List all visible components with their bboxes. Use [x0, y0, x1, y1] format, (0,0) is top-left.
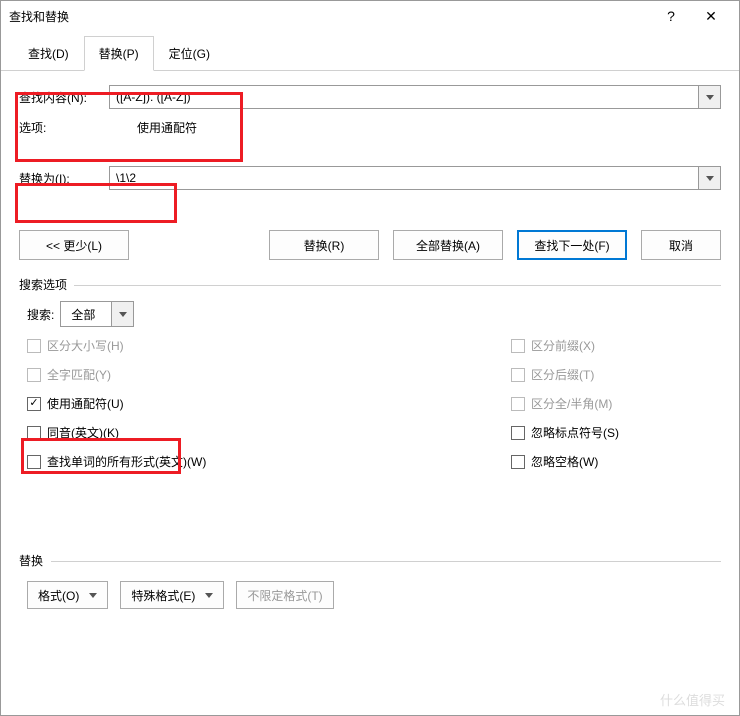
- replace-combo: [109, 166, 721, 190]
- word-forms-checkbox[interactable]: 查找单词的所有形式(英文)(W): [27, 453, 511, 470]
- checkbox-left-col: 区分大小写(H) 全字匹配(Y) 使用通配符(U) 同音(英文)(K) 查找单词…: [27, 337, 511, 482]
- search-options-label: 搜索选项: [19, 276, 721, 293]
- special-format-button[interactable]: 特殊格式(E): [120, 581, 224, 609]
- replace-input[interactable]: [109, 166, 699, 190]
- replace-dropdown-button[interactable]: [699, 166, 721, 190]
- search-direction-select[interactable]: 全部: [60, 301, 134, 327]
- match-case-checkbox: 区分大小写(H): [27, 337, 511, 354]
- format-button-row: 格式(O) 特殊格式(E) 不限定格式(T): [19, 581, 721, 609]
- cancel-button[interactable]: 取消: [641, 230, 721, 260]
- caret-down-icon: [89, 593, 97, 598]
- options-row: 选项: 使用通配符: [19, 119, 721, 136]
- no-format-button: 不限定格式(T): [236, 581, 333, 609]
- tab-replace[interactable]: 替换(P): [84, 36, 154, 71]
- find-next-button[interactable]: 查找下一处(F): [517, 230, 627, 260]
- format-button[interactable]: 格式(O): [27, 581, 108, 609]
- suffix-checkbox: 区分后缀(T): [511, 366, 721, 383]
- full-half-checkbox: 区分全/半角(M): [511, 395, 721, 412]
- wildcards-checkbox[interactable]: 使用通配符(U): [27, 395, 511, 412]
- dialog-title: 查找和替换: [9, 8, 651, 25]
- prefix-checkbox: 区分前缀(X): [511, 337, 721, 354]
- tab-find[interactable]: 查找(D): [13, 36, 84, 71]
- caret-down-icon: [205, 593, 213, 598]
- tab-goto[interactable]: 定位(G): [154, 36, 225, 71]
- less-button[interactable]: << 更少(L): [19, 230, 129, 260]
- find-replace-dialog: 查找和替换 ? ✕ 查找(D) 替换(P) 定位(G) 查找内容(N): 选项:…: [0, 0, 740, 716]
- chevron-down-icon: [119, 312, 127, 317]
- chevron-down-icon: [706, 176, 714, 181]
- watermark-text: 什么值得买: [660, 690, 725, 709]
- search-direction-row: 搜索: 全部: [27, 301, 721, 327]
- search-direction-button[interactable]: [111, 302, 133, 326]
- search-direction-label: 搜索:: [27, 306, 54, 323]
- replace-format-label: 替换: [19, 552, 721, 569]
- find-input[interactable]: [109, 85, 699, 109]
- ignore-space-checkbox[interactable]: 忽略空格(W): [511, 453, 721, 470]
- find-row: 查找内容(N):: [19, 85, 721, 109]
- find-combo: [109, 85, 721, 109]
- sounds-like-checkbox[interactable]: 同音(英文)(K): [27, 424, 511, 441]
- replace-row: 替换为(I):: [19, 166, 721, 190]
- replace-label: 替换为(I):: [19, 170, 109, 187]
- options-value: 使用通配符: [137, 119, 197, 136]
- search-options-panel: 搜索: 全部 区分大小写(H) 全字匹配(Y) 使用通配符(U) 同音(英文)(…: [19, 301, 721, 482]
- close-button[interactable]: ✕: [691, 2, 731, 30]
- options-label: 选项:: [19, 119, 109, 136]
- content-area: 查找内容(N): 选项: 使用通配符 替换为(I): << 更少(L) 替换(R…: [1, 71, 739, 623]
- find-dropdown-button[interactable]: [699, 85, 721, 109]
- whole-word-checkbox: 全字匹配(Y): [27, 366, 511, 383]
- search-direction-value: 全部: [61, 306, 111, 323]
- ignore-punct-checkbox[interactable]: 忽略标点符号(S): [511, 424, 721, 441]
- checkbox-columns: 区分大小写(H) 全字匹配(Y) 使用通配符(U) 同音(英文)(K) 查找单词…: [27, 337, 721, 482]
- button-row: << 更少(L) 替换(R) 全部替换(A) 查找下一处(F) 取消: [19, 230, 721, 260]
- replace-button[interactable]: 替换(R): [269, 230, 379, 260]
- checkbox-right-col: 区分前缀(X) 区分后缀(T) 区分全/半角(M) 忽略标点符号(S) 忽略空格…: [511, 337, 721, 482]
- find-label: 查找内容(N):: [19, 89, 109, 106]
- tab-bar: 查找(D) 替换(P) 定位(G): [1, 35, 739, 71]
- help-button[interactable]: ?: [651, 2, 691, 30]
- chevron-down-icon: [706, 95, 714, 100]
- replace-all-button[interactable]: 全部替换(A): [393, 230, 503, 260]
- replace-format-section: 替换 格式(O) 特殊格式(E) 不限定格式(T): [19, 552, 721, 609]
- titlebar: 查找和替换 ? ✕: [1, 1, 739, 31]
